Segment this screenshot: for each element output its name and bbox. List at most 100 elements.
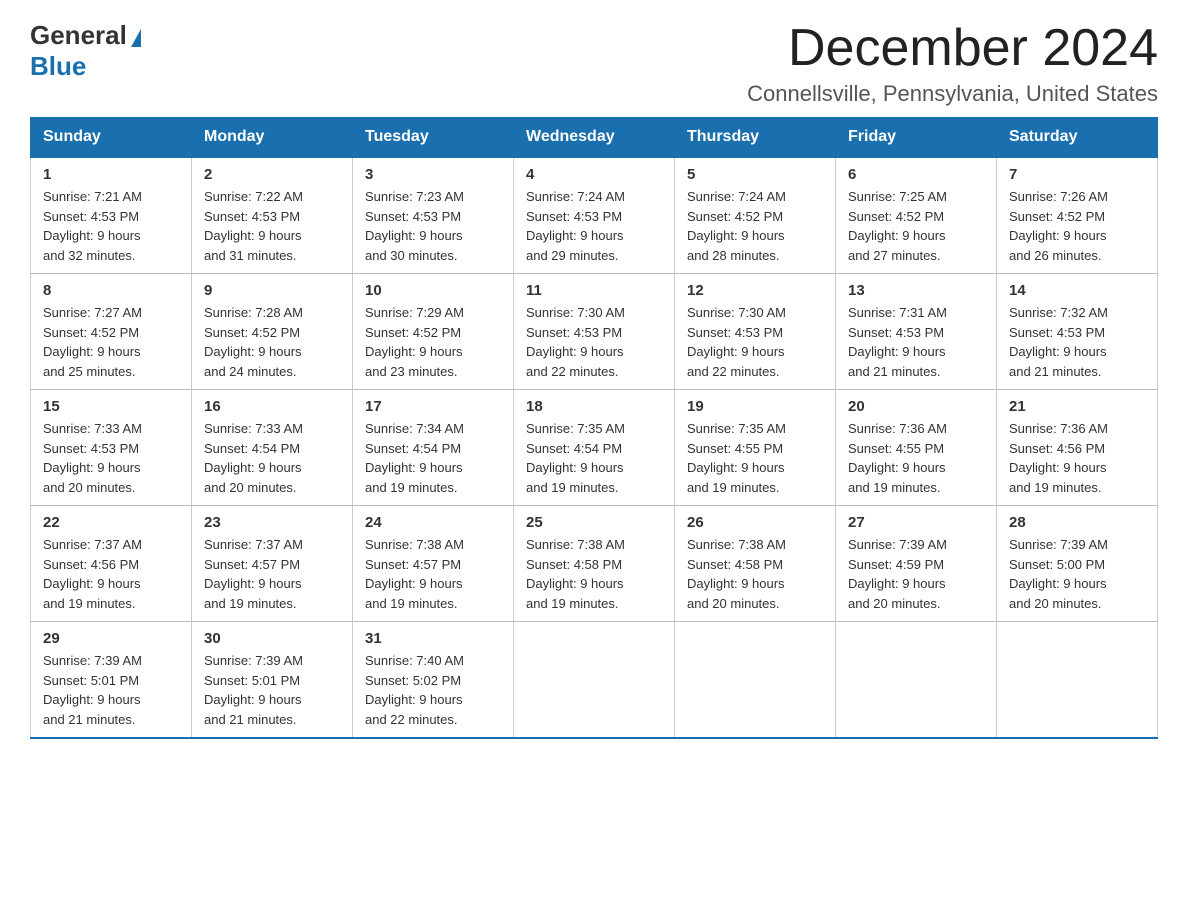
- day-info: Sunrise: 7:21 AMSunset: 4:53 PMDaylight:…: [43, 189, 142, 263]
- day-number: 25: [526, 514, 662, 531]
- page-header: General Blue December 2024 Connellsville…: [30, 20, 1158, 107]
- calendar-cell: 8 Sunrise: 7:27 AMSunset: 4:52 PMDayligh…: [31, 274, 192, 390]
- day-info: Sunrise: 7:24 AMSunset: 4:53 PMDaylight:…: [526, 189, 625, 263]
- calendar-cell: 15 Sunrise: 7:33 AMSunset: 4:53 PMDaylig…: [31, 390, 192, 506]
- calendar-cell: 7 Sunrise: 7:26 AMSunset: 4:52 PMDayligh…: [997, 157, 1158, 274]
- logo-text: General: [30, 20, 143, 51]
- calendar-cell: 22 Sunrise: 7:37 AMSunset: 4:56 PMDaylig…: [31, 506, 192, 622]
- calendar-cell: 4 Sunrise: 7:24 AMSunset: 4:53 PMDayligh…: [514, 157, 675, 274]
- calendar-cell: 30 Sunrise: 7:39 AMSunset: 5:01 PMDaylig…: [192, 622, 353, 739]
- calendar-cell: [675, 622, 836, 739]
- calendar-cell: 5 Sunrise: 7:24 AMSunset: 4:52 PMDayligh…: [675, 157, 836, 274]
- day-info: Sunrise: 7:36 AMSunset: 4:55 PMDaylight:…: [848, 421, 947, 495]
- week-row: 1 Sunrise: 7:21 AMSunset: 4:53 PMDayligh…: [31, 157, 1158, 274]
- day-info: Sunrise: 7:37 AMSunset: 4:57 PMDaylight:…: [204, 537, 303, 611]
- day-number: 7: [1009, 166, 1145, 183]
- day-info: Sunrise: 7:39 AMSunset: 4:59 PMDaylight:…: [848, 537, 947, 611]
- day-number: 27: [848, 514, 984, 531]
- calendar-cell: 6 Sunrise: 7:25 AMSunset: 4:52 PMDayligh…: [836, 157, 997, 274]
- calendar-cell: 12 Sunrise: 7:30 AMSunset: 4:53 PMDaylig…: [675, 274, 836, 390]
- day-info: Sunrise: 7:34 AMSunset: 4:54 PMDaylight:…: [365, 421, 464, 495]
- day-info: Sunrise: 7:22 AMSunset: 4:53 PMDaylight:…: [204, 189, 303, 263]
- day-info: Sunrise: 7:26 AMSunset: 4:52 PMDaylight:…: [1009, 189, 1108, 263]
- calendar-cell: [514, 622, 675, 739]
- location-subtitle: Connellsville, Pennsylvania, United Stat…: [747, 81, 1158, 107]
- header-row: SundayMondayTuesdayWednesdayThursdayFrid…: [31, 118, 1158, 158]
- day-info: Sunrise: 7:35 AMSunset: 4:55 PMDaylight:…: [687, 421, 786, 495]
- calendar-table: SundayMondayTuesdayWednesdayThursdayFrid…: [30, 117, 1158, 739]
- day-info: Sunrise: 7:38 AMSunset: 4:57 PMDaylight:…: [365, 537, 464, 611]
- calendar-header: SundayMondayTuesdayWednesdayThursdayFrid…: [31, 118, 1158, 158]
- day-number: 17: [365, 398, 501, 415]
- day-number: 2: [204, 166, 340, 183]
- week-row: 29 Sunrise: 7:39 AMSunset: 5:01 PMDaylig…: [31, 622, 1158, 739]
- calendar-cell: 26 Sunrise: 7:38 AMSunset: 4:58 PMDaylig…: [675, 506, 836, 622]
- logo-general: General: [30, 20, 127, 51]
- day-info: Sunrise: 7:28 AMSunset: 4:52 PMDaylight:…: [204, 305, 303, 379]
- calendar-cell: 2 Sunrise: 7:22 AMSunset: 4:53 PMDayligh…: [192, 157, 353, 274]
- day-number: 6: [848, 166, 984, 183]
- calendar-cell: 9 Sunrise: 7:28 AMSunset: 4:52 PMDayligh…: [192, 274, 353, 390]
- day-info: Sunrise: 7:38 AMSunset: 4:58 PMDaylight:…: [526, 537, 625, 611]
- day-info: Sunrise: 7:24 AMSunset: 4:52 PMDaylight:…: [687, 189, 786, 263]
- day-info: Sunrise: 7:33 AMSunset: 4:53 PMDaylight:…: [43, 421, 142, 495]
- header-cell-thursday: Thursday: [675, 118, 836, 158]
- day-number: 5: [687, 166, 823, 183]
- calendar-cell: 25 Sunrise: 7:38 AMSunset: 4:58 PMDaylig…: [514, 506, 675, 622]
- day-info: Sunrise: 7:33 AMSunset: 4:54 PMDaylight:…: [204, 421, 303, 495]
- day-info: Sunrise: 7:38 AMSunset: 4:58 PMDaylight:…: [687, 537, 786, 611]
- day-number: 4: [526, 166, 662, 183]
- month-title: December 2024: [747, 20, 1158, 77]
- day-number: 24: [365, 514, 501, 531]
- day-info: Sunrise: 7:39 AMSunset: 5:01 PMDaylight:…: [204, 653, 303, 727]
- day-info: Sunrise: 7:37 AMSunset: 4:56 PMDaylight:…: [43, 537, 142, 611]
- calendar-cell: 17 Sunrise: 7:34 AMSunset: 4:54 PMDaylig…: [353, 390, 514, 506]
- header-cell-saturday: Saturday: [997, 118, 1158, 158]
- header-cell-tuesday: Tuesday: [353, 118, 514, 158]
- day-info: Sunrise: 7:39 AMSunset: 5:01 PMDaylight:…: [43, 653, 142, 727]
- day-number: 14: [1009, 282, 1145, 299]
- day-number: 20: [848, 398, 984, 415]
- day-number: 13: [848, 282, 984, 299]
- day-number: 1: [43, 166, 179, 183]
- day-info: Sunrise: 7:30 AMSunset: 4:53 PMDaylight:…: [526, 305, 625, 379]
- week-row: 15 Sunrise: 7:33 AMSunset: 4:53 PMDaylig…: [31, 390, 1158, 506]
- day-number: 8: [43, 282, 179, 299]
- header-cell-wednesday: Wednesday: [514, 118, 675, 158]
- calendar-cell: 28 Sunrise: 7:39 AMSunset: 5:00 PMDaylig…: [997, 506, 1158, 622]
- day-number: 10: [365, 282, 501, 299]
- day-number: 9: [204, 282, 340, 299]
- calendar-cell: 24 Sunrise: 7:38 AMSunset: 4:57 PMDaylig…: [353, 506, 514, 622]
- logo: General Blue: [30, 20, 143, 82]
- day-info: Sunrise: 7:36 AMSunset: 4:56 PMDaylight:…: [1009, 421, 1108, 495]
- day-number: 11: [526, 282, 662, 299]
- day-info: Sunrise: 7:40 AMSunset: 5:02 PMDaylight:…: [365, 653, 464, 727]
- calendar-cell: 1 Sunrise: 7:21 AMSunset: 4:53 PMDayligh…: [31, 157, 192, 274]
- day-number: 28: [1009, 514, 1145, 531]
- calendar-cell: 16 Sunrise: 7:33 AMSunset: 4:54 PMDaylig…: [192, 390, 353, 506]
- calendar-cell: 20 Sunrise: 7:36 AMSunset: 4:55 PMDaylig…: [836, 390, 997, 506]
- day-number: 18: [526, 398, 662, 415]
- calendar-cell: 23 Sunrise: 7:37 AMSunset: 4:57 PMDaylig…: [192, 506, 353, 622]
- day-number: 31: [365, 630, 501, 647]
- header-cell-monday: Monday: [192, 118, 353, 158]
- calendar-body: 1 Sunrise: 7:21 AMSunset: 4:53 PMDayligh…: [31, 157, 1158, 738]
- day-number: 12: [687, 282, 823, 299]
- day-number: 19: [687, 398, 823, 415]
- calendar-cell: 3 Sunrise: 7:23 AMSunset: 4:53 PMDayligh…: [353, 157, 514, 274]
- calendar-cell: 10 Sunrise: 7:29 AMSunset: 4:52 PMDaylig…: [353, 274, 514, 390]
- day-number: 3: [365, 166, 501, 183]
- calendar-cell: 29 Sunrise: 7:39 AMSunset: 5:01 PMDaylig…: [31, 622, 192, 739]
- logo-blue-line: Blue: [30, 51, 86, 82]
- day-info: Sunrise: 7:39 AMSunset: 5:00 PMDaylight:…: [1009, 537, 1108, 611]
- calendar-cell: 14 Sunrise: 7:32 AMSunset: 4:53 PMDaylig…: [997, 274, 1158, 390]
- day-number: 21: [1009, 398, 1145, 415]
- calendar-cell: 21 Sunrise: 7:36 AMSunset: 4:56 PMDaylig…: [997, 390, 1158, 506]
- week-row: 22 Sunrise: 7:37 AMSunset: 4:56 PMDaylig…: [31, 506, 1158, 622]
- day-info: Sunrise: 7:23 AMSunset: 4:53 PMDaylight:…: [365, 189, 464, 263]
- calendar-cell: 19 Sunrise: 7:35 AMSunset: 4:55 PMDaylig…: [675, 390, 836, 506]
- day-number: 26: [687, 514, 823, 531]
- day-number: 15: [43, 398, 179, 415]
- calendar-cell: 31 Sunrise: 7:40 AMSunset: 5:02 PMDaylig…: [353, 622, 514, 739]
- calendar-cell: 13 Sunrise: 7:31 AMSunset: 4:53 PMDaylig…: [836, 274, 997, 390]
